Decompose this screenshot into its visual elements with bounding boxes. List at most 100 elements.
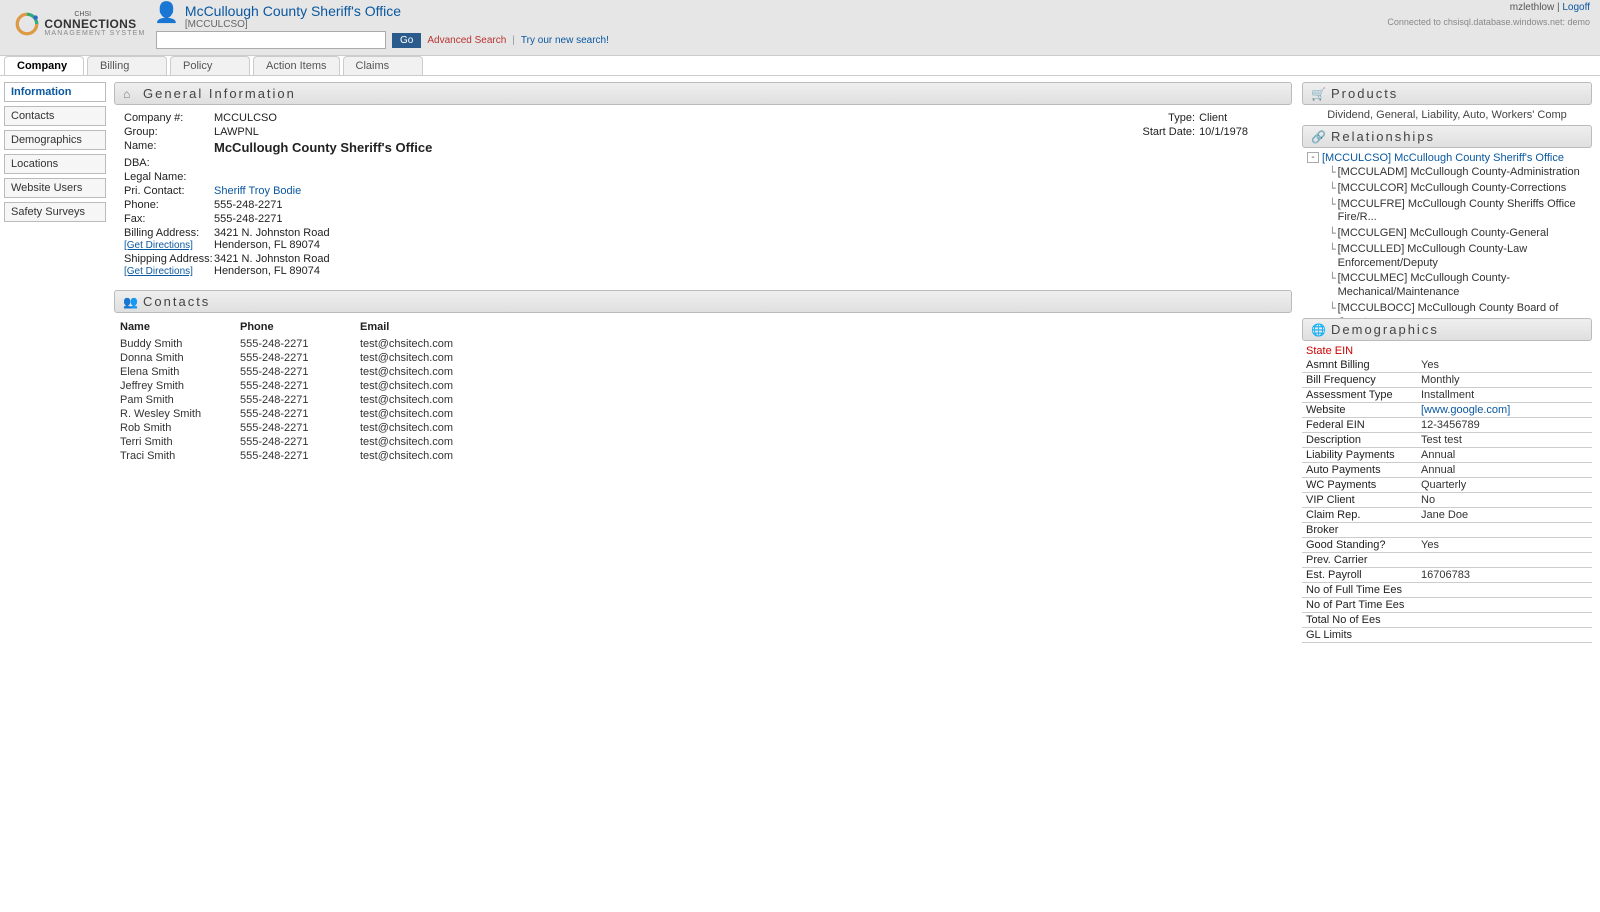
rel-child[interactable]: └[MCCULLED] McCullough County-Law Enforc… — [1307, 243, 1584, 271]
gi-value-type: Client — [1199, 112, 1227, 124]
home-icon: ⌂ — [123, 87, 137, 101]
sidebar-item-locations[interactable]: Locations — [4, 154, 106, 174]
advanced-search-link[interactable]: Advanced Search — [427, 35, 506, 46]
try-new-search-link[interactable]: Try our new search! — [521, 35, 609, 46]
demo-value — [1417, 613, 1592, 628]
demo-value — [1417, 598, 1592, 613]
sidebar-item-demographics[interactable]: Demographics — [4, 130, 106, 150]
tab-action-items[interactable]: Action Items — [253, 56, 340, 75]
gi-value-company-no: MCCULCSO — [214, 112, 277, 124]
demo-value: Quarterly — [1417, 478, 1592, 493]
demo-value: 16706783 — [1417, 568, 1592, 583]
get-directions-shipping[interactable]: [Get Directions] — [124, 266, 193, 277]
demo-label: No of Full Time Ees — [1302, 583, 1417, 598]
contact-phone: 555-248-2271 — [234, 379, 354, 393]
demo-value: Jane Doe — [1417, 508, 1592, 523]
rel-child[interactable]: └[MCCULADM] McCullough County-Administra… — [1307, 166, 1584, 180]
company-title[interactable]: McCullough County Sheriff's Office — [185, 3, 401, 19]
contact-row[interactable]: Buddy Smith555-248-2271test@chsitech.com — [114, 337, 1292, 351]
demo-row: DescriptionTest test — [1302, 433, 1592, 448]
demo-row: Auto PaymentsAnnual — [1302, 463, 1592, 478]
sidebar-item-contacts[interactable]: Contacts — [4, 106, 106, 126]
relationships-tree[interactable]: - [MCCULCSO] McCullough County Sheriff's… — [1302, 148, 1592, 318]
contact-row[interactable]: Terri Smith555-248-2271test@chsitech.com — [114, 435, 1292, 449]
tab-claims[interactable]: Claims — [343, 56, 423, 75]
contact-row[interactable]: R. Wesley Smith555-248-2271test@chsitech… — [114, 407, 1292, 421]
rel-child[interactable]: └[MCCULGEN] McCullough County-General — [1307, 227, 1584, 241]
demo-value: 12-3456789 — [1417, 418, 1592, 433]
logoff-link[interactable]: Logoff — [1562, 2, 1590, 13]
demo-label: Auto Payments — [1302, 463, 1417, 478]
gi-value-fax: 555-248-2271 — [214, 213, 283, 225]
demo-row: Good Standing?Yes — [1302, 538, 1592, 553]
general-info-header: ⌂ General Information — [114, 82, 1292, 105]
contact-name: Buddy Smith — [114, 337, 234, 351]
relationships-title: Relationships — [1331, 129, 1435, 144]
search-input[interactable] — [156, 31, 386, 49]
sidebar: Information Contacts Demographics Locations… — [0, 76, 110, 232]
contact-email: test@chsitech.com — [354, 421, 1292, 435]
demo-row: No of Full Time Ees — [1302, 583, 1592, 598]
brand-logo[interactable]: CHSI CONNECTIONS MANAGEMENT SYSTEM — [6, 3, 154, 37]
demo-label: Prev. Carrier — [1302, 553, 1417, 568]
link-icon: 🔗 — [1311, 130, 1325, 144]
pipe-divider: | — [512, 35, 515, 46]
contact-name: Donna Smith — [114, 351, 234, 365]
demo-row: VIP ClientNo — [1302, 493, 1592, 508]
contact-row[interactable]: Donna Smith555-248-2271test@chsitech.com — [114, 351, 1292, 365]
contact-phone: 555-248-2271 — [234, 393, 354, 407]
demo-row: Asmnt BillingYes — [1302, 358, 1592, 373]
demographics-title: Demographics — [1331, 322, 1439, 337]
demo-value: Annual — [1417, 448, 1592, 463]
contact-name: Elena Smith — [114, 365, 234, 379]
tab-company[interactable]: Company — [4, 56, 84, 75]
contact-row[interactable]: Rob Smith555-248-2271test@chsitech.com — [114, 421, 1292, 435]
contact-phone: 555-248-2271 — [234, 421, 354, 435]
demo-value — [1417, 628, 1592, 643]
contact-email: test@chsitech.com — [354, 351, 1292, 365]
demo-label: Description — [1302, 433, 1417, 448]
relationships-header: 🔗 Relationships — [1302, 125, 1592, 148]
get-directions-billing[interactable]: [Get Directions] — [124, 240, 193, 251]
contact-name: Terri Smith — [114, 435, 234, 449]
general-info-title: General Information — [143, 86, 296, 101]
sidebar-item-website-users[interactable]: Website Users — [4, 178, 106, 198]
products-text: Dividend, General, Liability, Auto, Work… — [1302, 105, 1592, 125]
rel-child[interactable]: └[MCCULFRE] McCullough County Sheriffs O… — [1307, 198, 1584, 226]
globe-icon: 🌐 — [1311, 323, 1325, 337]
rel-child[interactable]: └[MCCULMEC] McCullough County-Mechanical… — [1307, 272, 1584, 300]
products-title: Products — [1331, 86, 1398, 101]
app-header: CHSI CONNECTIONS MANAGEMENT SYSTEM 👤 McC… — [0, 0, 1600, 56]
demo-link[interactable]: [www.google.com] — [1421, 404, 1510, 416]
go-button[interactable]: Go — [392, 33, 421, 48]
gi-value-contact[interactable]: Sheriff Troy Bodie — [214, 185, 301, 197]
main-tabs: CompanyBillingPolicyAction ItemsClaims — [0, 56, 1600, 76]
sidebar-item-information[interactable]: Information — [4, 82, 106, 102]
demo-row: Liability PaymentsAnnual — [1302, 448, 1592, 463]
sidebar-item-safety-surveys[interactable]: Safety Surveys — [4, 202, 106, 222]
demo-row: WC PaymentsQuarterly — [1302, 478, 1592, 493]
rel-child[interactable]: └[MCCULBOCC] McCullough County Board of … — [1307, 302, 1584, 318]
general-info-body: Company #:MCCULCSO Group:LAWPNL Name:McC… — [114, 105, 1292, 290]
demo-value — [1417, 583, 1592, 598]
tree-collapse-icon[interactable]: - — [1307, 152, 1319, 163]
rel-root[interactable]: - [MCCULCSO] McCullough County Sheriff's… — [1307, 152, 1584, 164]
demo-value — [1417, 553, 1592, 568]
demo-value: Monthly — [1417, 373, 1592, 388]
contact-row[interactable]: Pam Smith555-248-2271test@chsitech.com — [114, 393, 1292, 407]
contacts-th-email: Email — [354, 317, 1292, 337]
connection-status: Connected to chsisql.database.windows.ne… — [1387, 17, 1590, 27]
demo-value: Yes — [1417, 538, 1592, 553]
contact-phone: 555-248-2271 — [234, 407, 354, 421]
logo-icon — [14, 11, 40, 37]
demo-value: Installment — [1417, 388, 1592, 403]
contact-row[interactable]: Jeffrey Smith555-248-2271test@chsitech.c… — [114, 379, 1292, 393]
contact-row[interactable]: Traci Smith555-248-2271test@chsitech.com — [114, 449, 1292, 463]
header-company: 👤 McCullough County Sheriff's Office [MC… — [154, 3, 401, 30]
rel-child[interactable]: └[MCCULCOR] McCullough County-Correction… — [1307, 182, 1584, 196]
contact-row[interactable]: Elena Smith555-248-2271test@chsitech.com — [114, 365, 1292, 379]
tab-policy[interactable]: Policy — [170, 56, 250, 75]
gi-label-fax: Fax: — [124, 213, 214, 225]
demo-value: No — [1417, 493, 1592, 508]
tab-billing[interactable]: Billing — [87, 56, 167, 75]
